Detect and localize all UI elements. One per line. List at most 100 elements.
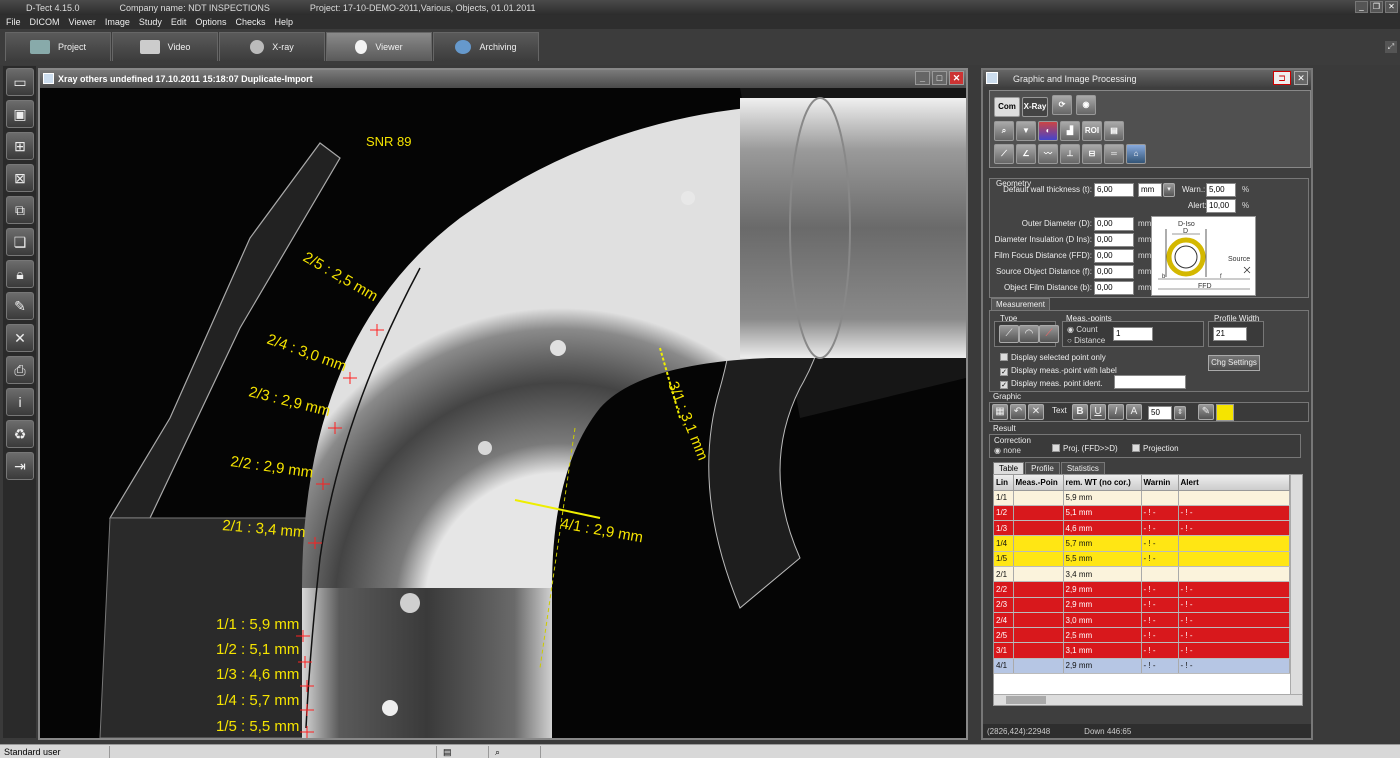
menu-help[interactable]: Help: [274, 17, 293, 27]
menu-options[interactable]: Options: [195, 17, 226, 27]
table-row[interactable]: 4/1 2,9 mm - ! -- ! -: [994, 658, 1290, 675]
col-alert[interactable]: Alert: [1178, 475, 1290, 491]
outer-diameter-input[interactable]: 0,00: [1094, 217, 1134, 231]
panel-close-button[interactable]: ✕: [1294, 71, 1308, 85]
table-row[interactable]: 3/1 3,1 mm - ! -- ! -: [994, 642, 1290, 659]
default-wall-input[interactable]: 6,00: [1094, 183, 1134, 197]
open-folder-icon[interactable]: ▭: [6, 68, 34, 96]
table-row[interactable]: 1/4 5,7 mm - ! -: [994, 535, 1290, 552]
undo-icon[interactable]: ↶: [1010, 404, 1026, 420]
correction-none-radio[interactable]: ◉ none: [994, 446, 1021, 455]
table-row[interactable]: 1/5 5,5 mm - ! -: [994, 551, 1290, 567]
chg-settings-button[interactable]: Chg Settings: [1208, 355, 1260, 371]
menu-file[interactable]: File: [6, 17, 21, 27]
filter-icon[interactable]: ▼: [1016, 121, 1036, 141]
col-meas-point[interactable]: Meas.-Poin: [1013, 475, 1064, 491]
expand-icon[interactable]: ⤢: [1385, 41, 1397, 53]
table-row[interactable]: 2/4 3,0 mm - ! -- ! -: [994, 612, 1290, 629]
menu-image[interactable]: Image: [105, 17, 130, 27]
grid-icon[interactable]: ▦: [992, 404, 1008, 420]
tab-xray-tools[interactable]: X-Ray: [1022, 97, 1048, 117]
italic-icon[interactable]: I: [1108, 404, 1124, 420]
tab-project[interactable]: Project: [5, 32, 111, 61]
tab-archiving[interactable]: Archiving: [433, 32, 539, 61]
viewer-maximize-button[interactable]: □: [932, 71, 947, 85]
magnifier-icon[interactable]: ⌕: [994, 121, 1014, 141]
menu-edit[interactable]: Edit: [171, 17, 187, 27]
table-row[interactable]: 2/3 2,9 mm - ! -- ! -: [994, 597, 1290, 613]
lock-icon[interactable]: 🔒︎: [6, 260, 34, 288]
table-vertical-scrollbar[interactable]: [1290, 475, 1302, 705]
camera-icon[interactable]: ◉: [1076, 95, 1096, 115]
roi-icon[interactable]: ROI: [1082, 121, 1102, 141]
histogram-icon[interactable]: ▟: [1060, 121, 1080, 141]
col-lin[interactable]: Lin: [994, 475, 1014, 491]
col-rem-wt[interactable]: rem. WT (no cor.): [1063, 475, 1142, 491]
bold-icon[interactable]: B: [1072, 404, 1088, 420]
table-horizontal-scrollbar[interactable]: [994, 694, 1302, 705]
scroll-thumb[interactable]: [1006, 696, 1046, 704]
close-button[interactable]: ✕: [1385, 1, 1398, 13]
alert-input[interactable]: 10,00: [1206, 199, 1236, 213]
viewer-minimize-button[interactable]: _: [915, 71, 930, 85]
minimize-button[interactable]: _: [1355, 1, 1368, 13]
font-size-input[interactable]: 50: [1148, 406, 1172, 420]
delete-icon[interactable]: ✕: [6, 324, 34, 352]
profile-width-input[interactable]: 21: [1213, 327, 1247, 341]
duplicate-icon[interactable]: ⧉: [6, 196, 34, 224]
pen-icon[interactable]: ✎: [6, 292, 34, 320]
insulation-input[interactable]: 0,00: [1094, 233, 1134, 247]
level-icon[interactable]: ═: [1104, 144, 1124, 164]
viewer-close-button[interactable]: ✕: [949, 71, 964, 85]
menu-checks[interactable]: Checks: [235, 17, 265, 27]
table-row[interactable]: 2/5 2,5 mm - ! -- ! -: [994, 627, 1290, 644]
menu-study[interactable]: Study: [139, 17, 162, 27]
tab-video[interactable]: Video: [112, 32, 218, 61]
color-picker-icon[interactable]: ✎: [1198, 404, 1214, 420]
tab-xray[interactable]: X-ray: [219, 32, 325, 61]
font-size-stepper-icon[interactable]: ⇕: [1174, 406, 1186, 420]
sod-input[interactable]: 0,00: [1094, 265, 1134, 279]
crosshair-icon[interactable]: ⊥: [1060, 144, 1080, 164]
projection-checkbox[interactable]: Projection: [1132, 444, 1179, 453]
table-row[interactable]: 2/1 3,4 mm: [994, 566, 1290, 583]
ffd-input[interactable]: 0,00: [1094, 249, 1134, 263]
col-warning[interactable]: Warnin: [1141, 475, 1179, 491]
color-icon[interactable]: ◐: [1038, 121, 1058, 141]
info-icon[interactable]: i: [6, 388, 34, 416]
table-row[interactable]: 1/3 4,6 mm - ! -- ! -: [994, 520, 1290, 537]
proj-ffd-checkbox[interactable]: Proj. (FFD>>D): [1052, 444, 1118, 453]
color-swatch[interactable]: [1216, 404, 1234, 421]
graph-icon[interactable]: 〰: [1038, 144, 1058, 164]
trash-icon[interactable]: ♻: [6, 420, 34, 448]
copy-icon[interactable]: ❏: [6, 228, 34, 256]
tab-viewer[interactable]: Viewer: [326, 32, 432, 61]
distance-radio[interactable]: ○ Distance: [1067, 336, 1105, 345]
grid-layout-icon[interactable]: ⊞: [6, 132, 34, 160]
table-row[interactable]: 2/2 2,9 mm - ! -- ! -: [994, 581, 1290, 598]
warn-input[interactable]: 5,00: [1206, 183, 1236, 197]
dock-icon[interactable]: ⊐: [1273, 71, 1291, 85]
display-selected-checkbox[interactable]: Display selected point only: [1000, 353, 1106, 362]
ofd-input[interactable]: 0,00: [1094, 281, 1134, 295]
maximize-button[interactable]: ❐: [1370, 1, 1383, 13]
ident-input[interactable]: [1114, 375, 1186, 389]
angle-icon[interactable]: ∠: [1016, 144, 1036, 164]
count-radio[interactable]: ◉ Count: [1067, 325, 1098, 334]
clear-icon[interactable]: ✕: [1028, 404, 1044, 420]
type-line-icon[interactable]: ⟋: [999, 325, 1019, 343]
scale-icon[interactable]: ⊟: [1082, 144, 1102, 164]
count-input[interactable]: 1: [1113, 327, 1153, 341]
underline-icon[interactable]: U: [1090, 404, 1106, 420]
unit-select[interactable]: mm: [1138, 183, 1162, 197]
menu-dicom[interactable]: DICOM: [30, 17, 60, 27]
print-icon[interactable]: ⎙: [6, 356, 34, 384]
menu-viewer[interactable]: Viewer: [69, 17, 96, 27]
wall-thickness-icon[interactable]: ⌂: [1126, 144, 1146, 164]
table-row[interactable]: 1/1 5,9 mm: [994, 490, 1290, 506]
display-label-checkbox[interactable]: ✓ Display meas.-point with label: [1000, 366, 1117, 376]
xray-image[interactable]: SNR 89 2/5 : 2,5 mm 2/4 : 3,0 mm 2/3 : 2…: [40, 88, 966, 738]
stack-icon[interactable]: ▤: [1104, 121, 1124, 141]
refresh-icon[interactable]: ⟳: [1052, 95, 1072, 115]
close-image-icon[interactable]: ⊠: [6, 164, 34, 192]
